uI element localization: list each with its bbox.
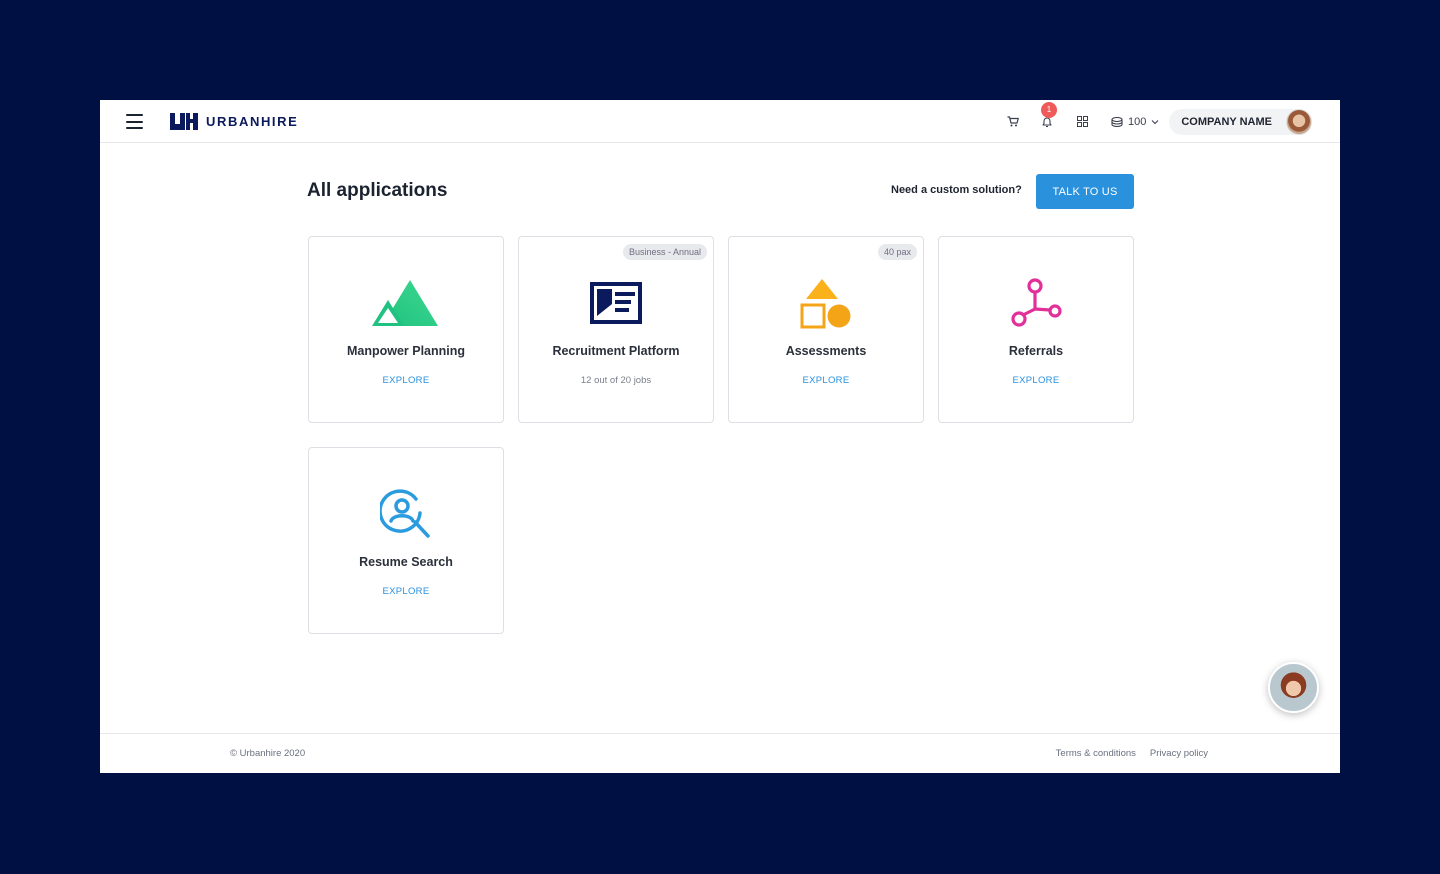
apps-grid-icon[interactable] xyxy=(1075,114,1091,130)
network-icon xyxy=(939,275,1133,331)
app-card-recruitment-platform[interactable]: Business - Annual Recruitment Platform 1… xyxy=(518,236,714,423)
company-name: COMPANY NAME xyxy=(1181,115,1272,128)
shapes-icon xyxy=(729,275,923,331)
footer: © Urbanhire 2020 Terms & conditions Priv… xyxy=(100,733,1340,773)
hamburger-menu-icon[interactable] xyxy=(126,114,143,129)
top-header: URBANHIRE 1 100 COMPANY NAME xyxy=(100,100,1340,143)
plan-badge: Business - Annual xyxy=(622,244,707,260)
credits-value: 100 xyxy=(1127,115,1147,128)
credits-dropdown[interactable]: 100 xyxy=(1111,116,1159,128)
copyright-text: © Urbanhire 2020 xyxy=(230,748,306,759)
footer-links: Terms & conditions Privacy policy xyxy=(1042,748,1208,759)
card-title: Resume Search xyxy=(359,555,453,569)
mountains-icon xyxy=(309,275,503,331)
explore-link[interactable]: EXPLORE xyxy=(729,375,923,386)
talk-to-us-button[interactable]: TALK TO US xyxy=(1036,174,1134,209)
chevron-down-icon xyxy=(1151,119,1159,124)
pax-badge: 40 pax xyxy=(877,244,917,260)
app-window: URBANHIRE 1 100 COMPANY NAME All applica… xyxy=(100,100,1340,773)
explore-link[interactable]: EXPLORE xyxy=(939,375,1133,386)
card-title: Manpower Planning xyxy=(346,344,466,358)
logo[interactable]: URBANHIRE xyxy=(170,113,298,130)
terms-link[interactable]: Terms & conditions xyxy=(1056,748,1136,759)
app-card-assessments[interactable]: 40 pax Assessments EXPLORE xyxy=(728,236,924,423)
user-avatar xyxy=(1286,108,1312,135)
page-title: All applications xyxy=(307,180,448,201)
credits-icon xyxy=(1111,116,1123,127)
notification-badge: 1 xyxy=(1040,101,1057,118)
app-card-referrals[interactable]: Referrals EXPLORE xyxy=(938,236,1134,423)
company-switcher[interactable]: COMPANY NAME xyxy=(1169,108,1312,135)
app-card-resume-search[interactable]: Resume Search EXPLORE xyxy=(308,447,504,634)
header-actions: 1 100 COMPANY NAME xyxy=(1005,100,1312,143)
privacy-link[interactable]: Privacy policy xyxy=(1150,748,1208,759)
brand-name: URBANHIRE xyxy=(206,114,299,129)
custom-solution-text: Need a custom solution? xyxy=(891,184,1022,196)
explore-link[interactable]: EXPLORE xyxy=(309,375,503,386)
person-search-icon xyxy=(309,486,503,542)
jobs-usage-text: 12 out of 20 jobs xyxy=(580,375,652,386)
card-title: Assessments xyxy=(785,344,867,358)
newspaper-icon xyxy=(519,275,713,331)
explore-link[interactable]: EXPLORE xyxy=(309,586,503,597)
card-title: Recruitment Platform xyxy=(552,344,680,358)
app-card-manpower-planning[interactable]: Manpower Planning EXPLORE xyxy=(308,236,504,423)
notifications-button[interactable]: 1 xyxy=(1039,101,1057,130)
card-title: Referrals xyxy=(1008,344,1064,358)
chat-assistant-avatar[interactable] xyxy=(1268,662,1319,713)
urbanhire-logo-icon xyxy=(170,113,198,130)
cart-icon[interactable] xyxy=(1005,114,1021,130)
